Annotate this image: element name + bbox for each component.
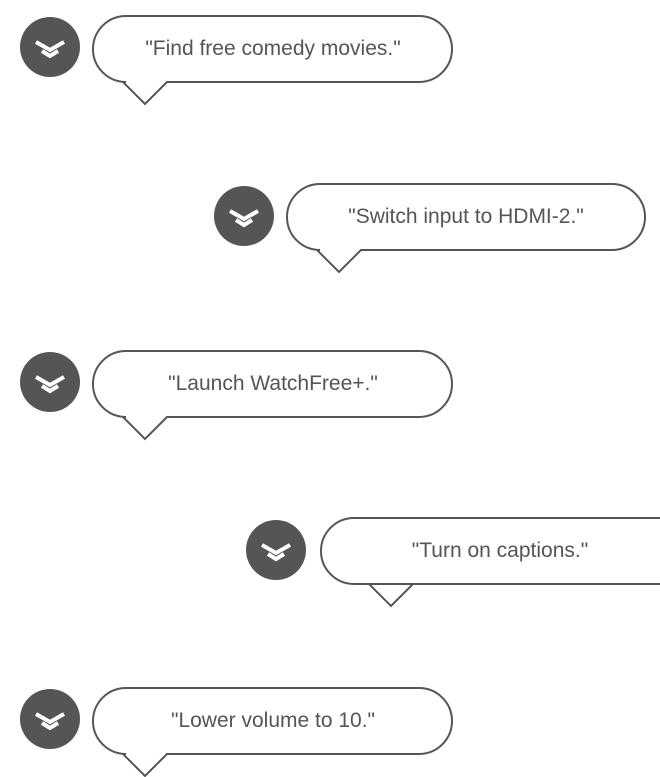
voice-command-4: "Turn on captions." [0, 0, 660, 777]
speech-bubble [320, 517, 660, 608]
vizio-v-icon [246, 520, 306, 580]
voice-command-1: "Find free comedy movies." [0, 0, 660, 777]
command-text: "Launch WatchFree+." [168, 372, 378, 395]
command-text: "Switch input to HDMI-2." [348, 205, 584, 228]
vizio-v-icon [20, 352, 80, 412]
speech-bubble [92, 15, 453, 106]
voice-command-2: "Switch input to HDMI-2." [0, 0, 660, 777]
voice-command-3: "Launch WatchFree+." [0, 0, 660, 777]
vizio-v-icon [20, 17, 80, 77]
command-text: "Turn on captions." [411, 539, 589, 562]
speech-bubble [286, 183, 646, 274]
command-text: "Lower volume to 10." [170, 709, 375, 732]
vizio-v-icon [214, 186, 274, 246]
voice-command-5: "Lower volume to 10." [0, 0, 660, 777]
speech-bubble [92, 350, 453, 441]
speech-bubble [92, 687, 453, 777]
vizio-v-icon [20, 689, 80, 749]
command-text: "Find free comedy movies." [145, 37, 401, 60]
